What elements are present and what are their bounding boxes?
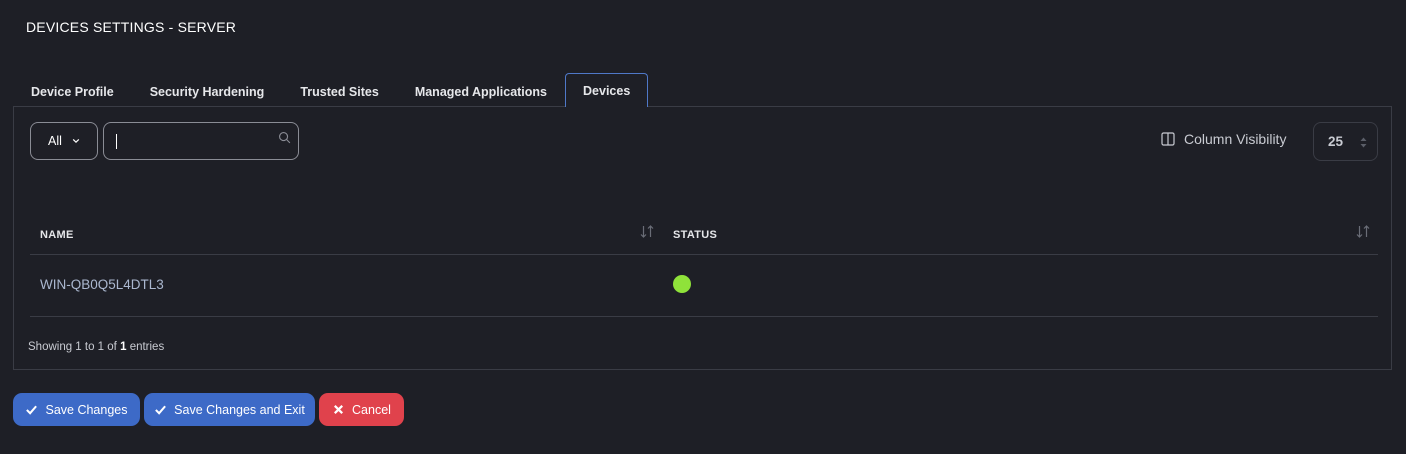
- search-icon: [279, 132, 291, 144]
- check-icon: [26, 405, 38, 415]
- status-filter-select[interactable]: All: [30, 122, 98, 160]
- sort-icon[interactable]: [640, 225, 654, 238]
- chevron-down-icon: [72, 138, 80, 144]
- text-cursor: [116, 134, 117, 149]
- page-title: DEVICES SETTINGS - SERVER: [26, 19, 237, 35]
- page-length-value: 25: [1328, 134, 1344, 149]
- settings-tabs: Device Profile Security Hardening Truste…: [13, 73, 649, 107]
- table-row[interactable]: WIN-QB0Q5L4DTL3: [30, 255, 1378, 317]
- sort-icon[interactable]: [1356, 225, 1370, 238]
- tab-devices[interactable]: Devices: [565, 73, 649, 107]
- search-box[interactable]: [103, 122, 299, 160]
- tab-security-hardening[interactable]: Security Hardening: [132, 75, 283, 107]
- column-visibility-button[interactable]: Column Visibility: [1161, 131, 1286, 147]
- save-changes-label: Save Changes: [45, 402, 128, 417]
- table-info-total: 1: [120, 341, 127, 353]
- column-header-name[interactable]: NAME: [40, 229, 74, 241]
- save-changes-button[interactable]: Save Changes: [13, 393, 140, 426]
- page-length-select[interactable]: 25: [1313, 122, 1378, 161]
- status-indicator: [673, 275, 691, 293]
- column-visibility-label: Column Visibility: [1184, 131, 1287, 147]
- column-visibility-icon: [1161, 132, 1175, 146]
- device-name-link[interactable]: WIN-QB0Q5L4DTL3: [40, 277, 164, 292]
- up-down-arrows-icon: [1360, 137, 1367, 148]
- table-info-prefix: Showing 1 to 1 of: [28, 341, 117, 353]
- tab-device-profile[interactable]: Device Profile: [13, 75, 132, 107]
- search-input[interactable]: [112, 130, 280, 152]
- save-changes-and-exit-button[interactable]: Save Changes and Exit: [144, 393, 315, 426]
- check-icon: [155, 405, 167, 415]
- save-changes-and-exit-label: Save Changes and Exit: [174, 402, 305, 417]
- table-header: NAME STATUS: [30, 219, 1378, 255]
- cancel-label: Cancel: [352, 402, 391, 417]
- tab-managed-applications[interactable]: Managed Applications: [397, 75, 565, 107]
- filter-select-value: All: [48, 134, 62, 148]
- devices-panel: All Column Visibility 25 NAME STATUS WIN…: [13, 106, 1392, 370]
- table-info: Showing 1 to 1 of 1 entries: [28, 341, 164, 353]
- cancel-button[interactable]: Cancel: [319, 393, 404, 426]
- close-icon: [334, 404, 344, 415]
- tab-trusted-sites[interactable]: Trusted Sites: [282, 75, 397, 107]
- table-info-suffix: entries: [129, 341, 165, 353]
- column-header-status[interactable]: STATUS: [673, 229, 717, 241]
- devices-settings-page: DEVICES SETTINGS - SERVER Device Profile…: [0, 0, 1406, 454]
